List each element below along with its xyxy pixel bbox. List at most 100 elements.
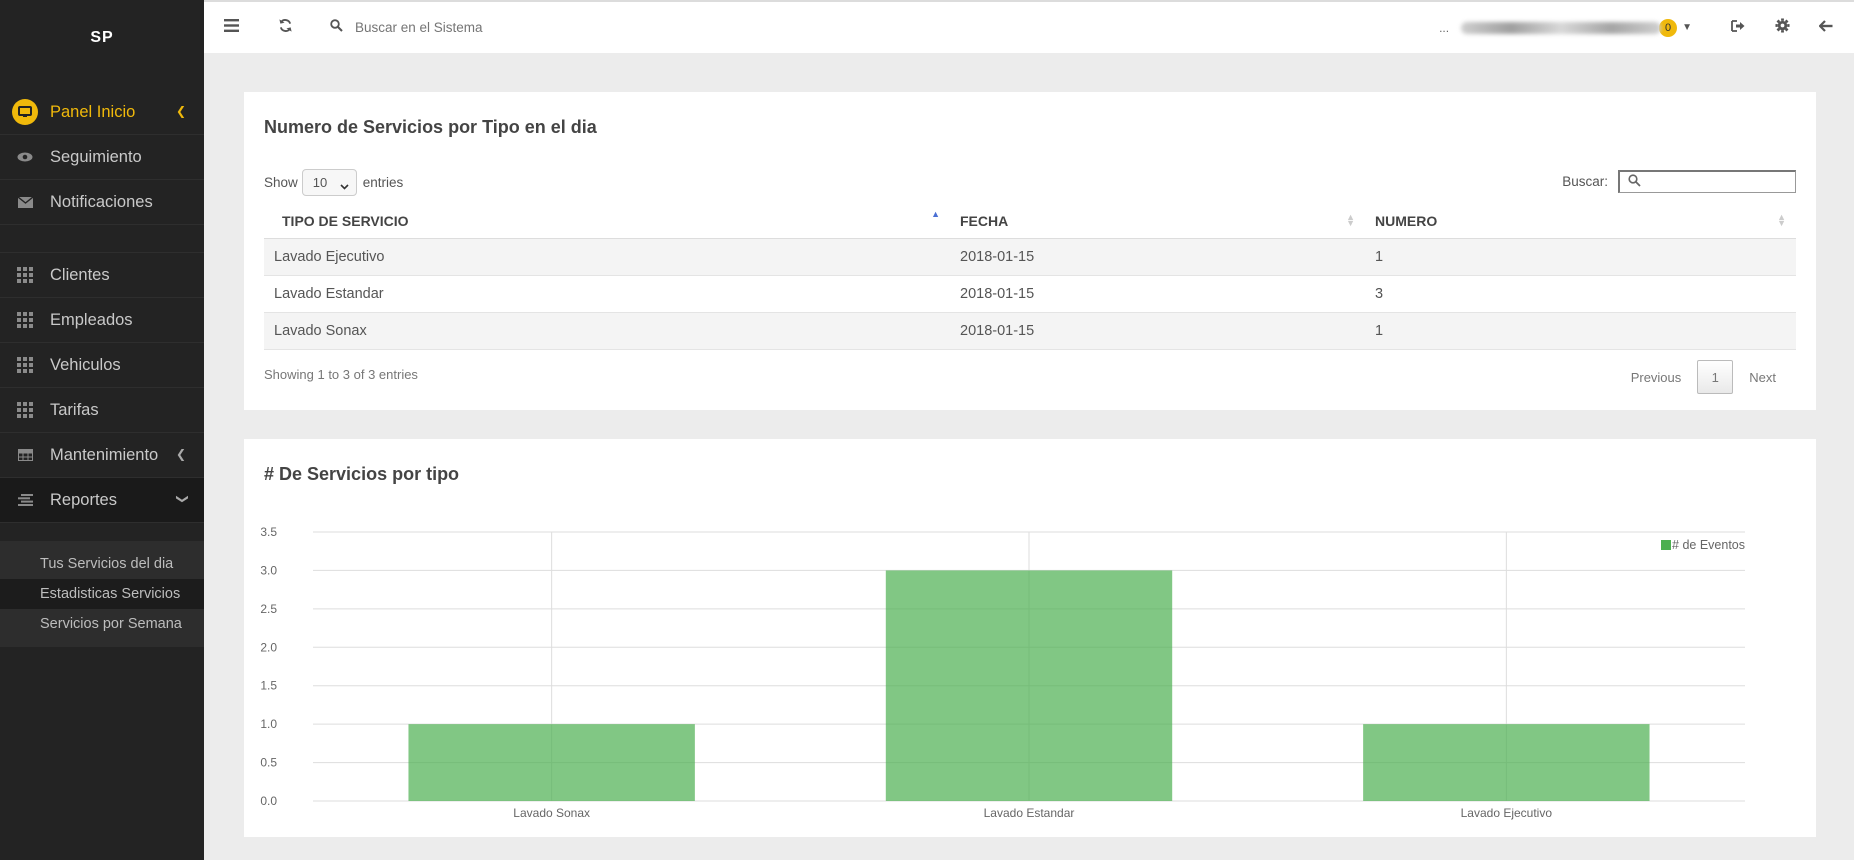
cell-numero: 1 <box>1365 312 1796 350</box>
cell-fecha: 2018-01-15 <box>950 312 1365 350</box>
show-label: Show <box>264 175 298 190</box>
sidebar-item-mantenimiento[interactable]: Mantenimiento ❮ <box>0 433 204 478</box>
sidebar-item-seguimiento[interactable]: Seguimiento <box>0 135 204 180</box>
sidebar: SP Panel Inicio ❮ Seguimiento Notificaci… <box>0 0 204 860</box>
chart-bar <box>885 570 1173 801</box>
search-input[interactable] <box>355 20 615 35</box>
monitor-icon <box>12 99 38 125</box>
grid-icon <box>16 266 34 284</box>
search-icon <box>330 18 343 37</box>
cell-numero: 3 <box>1365 275 1796 313</box>
sidebar-item-empleados[interactable]: Empleados <box>0 298 204 343</box>
global-search <box>318 18 615 37</box>
sidebar-item-notificaciones[interactable]: Notificaciones <box>0 180 204 225</box>
x-tick-label: Lavado Ejecutivo <box>1461 806 1553 820</box>
table-header-row: TIPO DE SERVICIO ▲ FECHA ▲ ▼ NUMERO ▲ ▼ <box>264 204 1796 239</box>
y-tick-label: 3.5 <box>260 525 277 539</box>
sidebar-item-label: Panel Inicio <box>50 102 136 121</box>
column-header-label: NUMERO <box>1375 212 1438 229</box>
services-bar-chart: 0.0 0.5 1.0 1.5 2.0 2.5 3.0 3.5 Lavado Sonax Lava… <box>260 525 1745 820</box>
chevron-down-icon: ❮ <box>173 493 188 505</box>
chevron-left-icon: ❮ <box>175 447 186 461</box>
cell-tipo: Lavado Estandar <box>264 275 950 313</box>
services-table: TIPO DE SERVICIO ▲ FECHA ▲ ▼ NUMERO ▲ ▼ La… <box>264 204 1796 350</box>
table-row: Lavado Ejecutivo 2018-01-15 1 <box>264 238 1796 276</box>
sort-asc-icon: ▲ <box>931 209 940 219</box>
grid-icon <box>16 401 34 419</box>
logout-button[interactable] <box>1716 2 1760 53</box>
sidebar-item-panel-inicio[interactable]: Panel Inicio ❮ <box>0 90 204 135</box>
refresh-icon <box>278 18 293 38</box>
sidebar-spacer <box>0 225 204 253</box>
refresh-button[interactable] <box>258 2 312 53</box>
gear-icon <box>1774 17 1790 38</box>
table-icon <box>16 446 34 464</box>
caret-down-icon[interactable]: ▼ <box>1682 22 1692 33</box>
column-header-tipo[interactable]: TIPO DE SERVICIO ▲ <box>264 204 950 239</box>
sidebar-item-label: Seguimiento <box>50 147 142 166</box>
back-button[interactable] <box>1804 2 1848 53</box>
submenu-item-servicios-semana[interactable]: Servicios por Semana <box>0 609 204 639</box>
services-table-panel: Numero de Servicios por Tipo en el dia S… <box>244 92 1816 410</box>
current-page-button[interactable]: 1 <box>1697 360 1734 394</box>
cell-fecha: 2018-01-15 <box>950 275 1365 313</box>
settings-button[interactable] <box>1760 2 1804 53</box>
sidebar-item-clientes[interactable]: Clientes <box>0 253 204 298</box>
chevron-left-icon: ❮ <box>175 104 186 118</box>
chevron-down-icon <box>340 178 349 193</box>
submenu-item-estadisticas[interactable]: Estadisticas Servicios <box>0 579 204 609</box>
previous-page-button[interactable]: Previous <box>1619 370 1694 385</box>
y-tick-label: 2.5 <box>260 602 277 616</box>
sidebar-item-label: Reportes <box>50 490 117 509</box>
user-area: ... 0 ▼ <box>1439 2 1854 53</box>
filter-label: Buscar: <box>1562 174 1608 189</box>
arrow-left-icon <box>1818 19 1833 37</box>
hamburger-icon <box>223 18 239 37</box>
legend-label: # de Eventos <box>1672 538 1745 552</box>
envelope-icon <box>16 193 34 211</box>
chart-bar <box>1363 724 1650 801</box>
sidebar-item-reportes[interactable]: Reportes ❮ <box>0 478 204 523</box>
sidebar-item-label: Tarifas <box>50 400 99 419</box>
sidebar-item-label: Empleados <box>50 310 133 329</box>
table-row: Lavado Sonax 2018-01-15 1 <box>264 312 1796 350</box>
column-header-fecha[interactable]: FECHA ▲ ▼ <box>950 204 1365 239</box>
y-tick-label: 3.0 <box>260 563 277 577</box>
user-prefix: ... <box>1439 20 1450 35</box>
menu-toggle-button[interactable] <box>204 2 258 53</box>
table-search-input[interactable] <box>1618 170 1796 193</box>
search-icon <box>1628 174 1641 190</box>
column-header-numero[interactable]: NUMERO ▲ ▼ <box>1365 204 1796 239</box>
user-name-blurred[interactable] <box>1461 21 1662 34</box>
y-tick-label: 0.5 <box>260 756 277 770</box>
column-header-label: FECHA <box>960 212 1009 229</box>
align-left-icon <box>16 491 34 509</box>
submenu-item-tus-servicios[interactable]: Tus Servicios del dia <box>0 549 204 579</box>
y-tick-label: 1.5 <box>260 679 277 693</box>
table-info: Showing 1 to 3 of 3 entries <box>264 367 418 382</box>
notification-badge[interactable]: 0 <box>1659 18 1678 37</box>
topbar: ... 0 ▼ <box>204 0 1854 53</box>
column-header-label: TIPO DE SERVICIO <box>282 212 409 229</box>
cell-tipo: Lavado Ejecutivo <box>264 238 950 276</box>
entries-select-value: 10 <box>312 175 328 190</box>
length-control: Show 10 entries <box>264 169 403 196</box>
sign-out-icon <box>1731 19 1745 37</box>
sort-both-icon: ▲ ▼ <box>1346 212 1355 228</box>
sidebar-item-label: Clientes <box>50 265 110 284</box>
entries-select[interactable]: 10 <box>301 169 357 196</box>
table-filter: Buscar: <box>1562 170 1796 193</box>
sidebar-item-label: Vehiculos <box>50 355 121 374</box>
grid-icon <box>16 311 34 329</box>
brand-logo: SP <box>90 29 114 46</box>
reportes-submenu: Tus Servicios del dia Estadisticas Servi… <box>0 541 204 647</box>
next-page-button[interactable]: Next <box>1737 370 1788 385</box>
eye-icon <box>16 148 34 166</box>
cell-numero: 1 <box>1365 238 1796 276</box>
table-row: Lavado Estandar 2018-01-15 3 <box>264 275 1796 313</box>
x-tick-label: Lavado Sonax <box>513 806 590 820</box>
sidebar-item-vehiculos[interactable]: Vehiculos <box>0 343 204 388</box>
chart-legend: # de Eventos <box>1661 538 1745 552</box>
sidebar-item-tarifas[interactable]: Tarifas <box>0 388 204 433</box>
sidebar-item-label: Notificaciones <box>50 192 153 211</box>
